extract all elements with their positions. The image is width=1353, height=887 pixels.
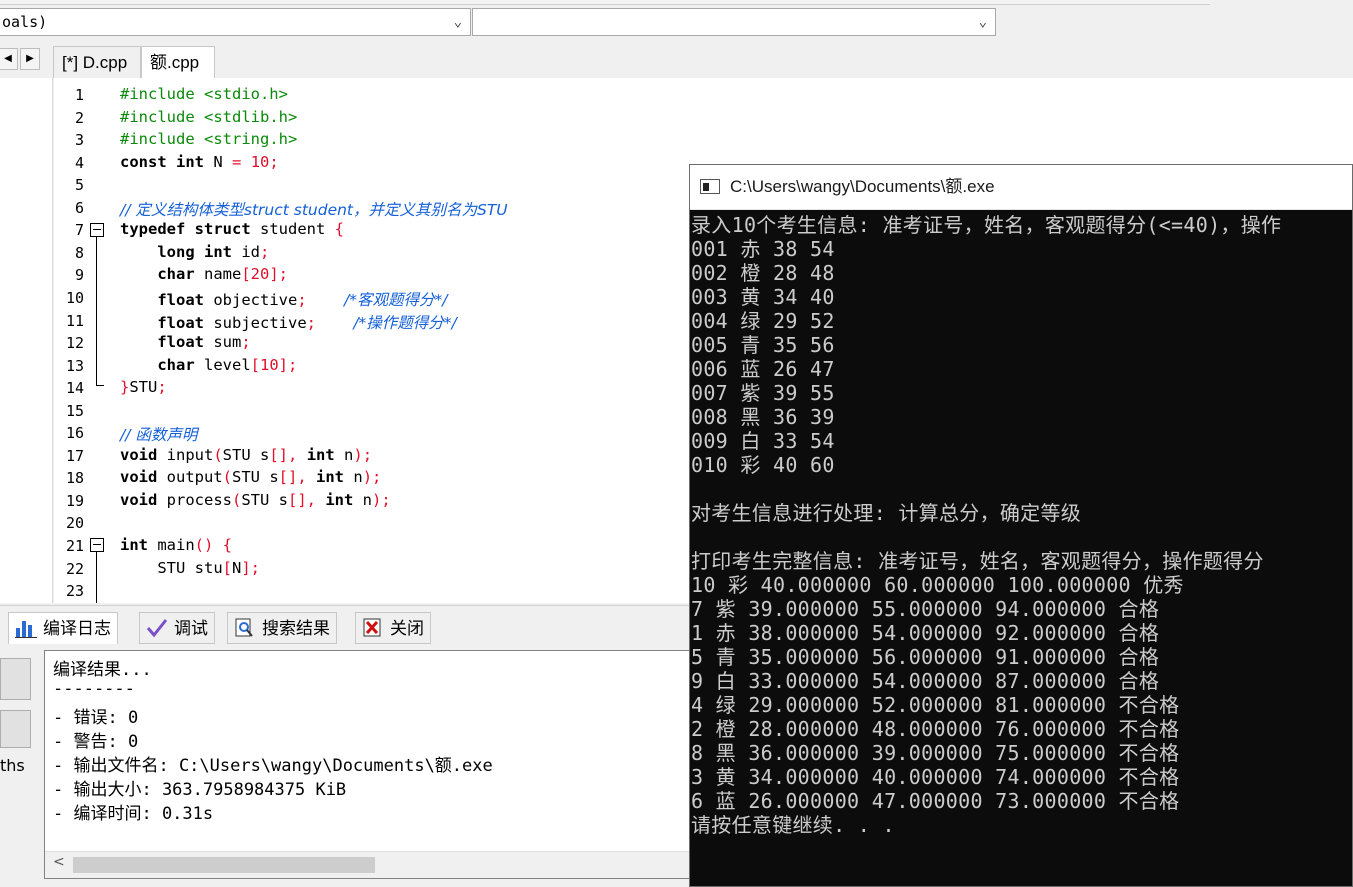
code-line: }STU; [120,378,167,397]
line-number: 11 [65,311,84,330]
line-number: 23 [65,582,84,601]
line-number: 22 [65,559,84,578]
code-line: void input(STU s[], int n); [120,445,373,464]
code-line: void process(STU s[], int n); [120,490,391,509]
check-icon [146,619,168,638]
line-number: 7 [74,221,84,240]
tab-label: 额.cpp [150,53,200,72]
horizontal-scrollbar[interactable]: < [45,851,689,878]
line-number: 10 [65,288,84,307]
line-number: 14 [65,379,84,398]
tab-label: 关闭 [390,619,424,639]
line-number: 6 [74,198,84,217]
scroll-left-icon[interactable]: < [53,854,65,870]
line-number: 8 [74,243,84,262]
line-number: 12 [65,334,84,353]
tab-e-cpp[interactable]: 额.cpp [141,46,215,78]
code-line: #include <stdio.h> [120,85,288,103]
compile-log-line: - 警告: 0 [53,732,139,752]
code-line: const int N = 10; [120,152,279,171]
tab-scroll-right-button[interactable]: ▶ [20,48,40,70]
line-number: 5 [74,176,84,195]
close-icon [363,618,381,637]
side-button[interactable] [0,710,31,748]
line-number: 3 [74,131,84,150]
function-dropdown[interactable]: ⌄ [472,8,996,36]
tab-d-cpp[interactable]: [*] D.cpp [53,46,141,78]
fold-toggle-icon[interactable] [90,223,104,237]
console-line: 010 彩 40 60 [691,453,835,477]
console-title-bar[interactable]: C:\Users\wangy\Documents\额.exe [690,165,1352,210]
code-line: typedef struct student { [120,220,344,239]
line-number: 4 [74,153,84,172]
code-line: float sum; [157,333,251,352]
line-number: 21 [65,537,84,555]
search-icon [235,618,253,637]
line-number: 2 [74,108,84,127]
compile-log-box[interactable]: 编译结果... -------- - 错误: 0 - 警告: 0 - 输出文件名: C:… [44,650,690,879]
console-line: 请按任意键继续. . . [691,813,895,837]
code-line: #include <stdlib.h> [120,107,298,126]
tab-scroll-left-button[interactable]: ◀ [0,48,18,70]
console-line: 对考生信息进行处理: 计算总分，确定等级 [691,501,1082,525]
line-number: 20 [65,514,84,533]
code-line: float subjective; /*操作题得分*/ [157,313,457,332]
tab-label: 搜索结果 [262,619,330,639]
bar-chart-icon [15,621,37,638]
code-line: STU stu[N]; [120,558,261,577]
tab-label: 编译日志 [43,619,111,639]
fold-toggle-icon[interactable] [90,538,104,552]
side-label: ths [0,756,25,775]
scope-dropdown-value: oals) [2,13,48,31]
line-number: 17 [65,446,84,465]
toolbar-strip [0,0,1210,5]
code-line: int main() { [120,536,232,554]
code-line: float objective; /*客观题得分*/ [157,290,448,309]
console-icon [700,179,720,194]
fold-line [96,237,97,385]
project-panel [0,78,53,603]
console-title: C:\Users\wangy\Documents\额.exe [730,177,995,196]
code-line: void output(STU s[], int n); [120,468,382,487]
line-number: 13 [65,356,84,375]
tab-compile-log[interactable]: 编译日志 [8,612,118,644]
line-number: 18 [65,469,84,488]
toolbar: oals) ⌄ ⌄ [0,0,1353,44]
code-line: char level[10]; [157,355,298,374]
side-button[interactable] [0,658,31,700]
fold-line [96,552,97,603]
code-line: #include <string.h> [120,130,298,149]
code-line: // 函数声明 [120,426,198,445]
compile-log-line: - 输出文件名: C:\Users\wangy\Documents\额.exe [53,756,493,776]
console-window[interactable]: C:\Users\wangy\Documents\额.exe 录入10个考生信息… [689,164,1353,887]
line-number: 1 [74,86,84,104]
code-line: // 定义结构体类型struct student，并定义其别名为STU [120,200,508,219]
tab-close[interactable]: 关闭 [355,612,431,644]
tab-debug[interactable]: 调试 [139,612,215,644]
tab-label: [*] D.cpp [62,53,128,72]
code-line: long int id; [157,242,270,261]
code-line: char name[20]; [157,265,289,284]
scope-dropdown[interactable]: oals) ⌄ [0,8,471,36]
chevron-down-icon: ⌄ [453,14,462,30]
line-number: 19 [65,491,84,510]
chevron-down-icon: ⌄ [978,14,987,30]
scrollbar-thumb[interactable] [73,857,375,873]
tab-label: 调试 [174,619,208,639]
line-number: 15 [65,401,84,420]
tab-search-results[interactable]: 搜索结果 [227,612,337,644]
compile-log-line: - 编译时间: 0.31s [53,804,214,824]
compile-log-line: -------- [53,679,135,699]
compile-log-line: - 错误: 0 [53,708,139,728]
compile-log-line: - 输出大小: 363.7958984375 KiB [53,780,347,800]
fold-end [96,385,104,386]
compile-log-line: 编译结果... [53,660,152,680]
line-number: 9 [74,266,84,285]
line-number: 16 [65,424,84,443]
